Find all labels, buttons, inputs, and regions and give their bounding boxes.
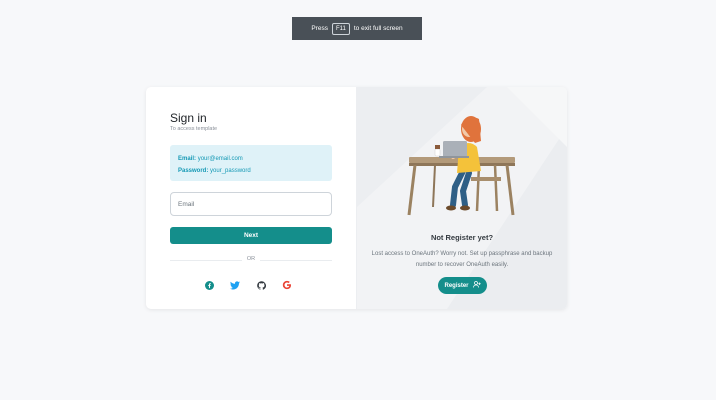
not-registered-title: Not Register yet? [430, 233, 494, 242]
fullscreen-hint-post: to exit full screen [353, 25, 403, 32]
signin-title: Sign in [170, 111, 207, 125]
demo-password-value: your_password [210, 168, 251, 174]
demo-email-value: your@email.com [197, 156, 243, 162]
not-registered-description: Lost access to OneAuth? Worry not. Set u… [371, 251, 553, 268]
fullscreen-hint-pre: Press [311, 25, 328, 32]
demo-email-line: Email: your@email.com [178, 153, 324, 165]
demo-email-label: Email: [178, 156, 197, 162]
or-separator: OR [242, 256, 260, 262]
add-user-icon [472, 281, 481, 290]
github-icon[interactable] [256, 280, 266, 290]
register-panel: Not Register yet? Lost access to OneAuth… [357, 87, 567, 309]
twitter-icon[interactable] [230, 280, 240, 290]
signin-subtitle: To access template [170, 126, 218, 132]
demo-password-line: Password: your_password [178, 165, 324, 177]
fullscreen-hint-key: F11 [331, 22, 350, 35]
auth-card: Sign in To access template Email: your@e… [146, 87, 567, 309]
facebook-icon[interactable] [204, 280, 214, 290]
demo-password-label: Password: [178, 168, 209, 174]
demo-credentials-box: Email: your@email.com Password: your_pas… [170, 145, 332, 181]
email-field[interactable] [170, 192, 332, 216]
google-icon[interactable] [282, 280, 292, 290]
register-button-label: Register [444, 282, 469, 289]
register-button[interactable]: Register [438, 277, 487, 294]
next-button[interactable]: Next [170, 227, 332, 244]
fullscreen-hint-banner: Press F11 to exit full screen [292, 17, 422, 40]
person-at-desk-illustration [407, 116, 515, 216]
signin-panel: Sign in To access template Email: your@e… [146, 87, 357, 309]
social-login-row [204, 280, 292, 290]
